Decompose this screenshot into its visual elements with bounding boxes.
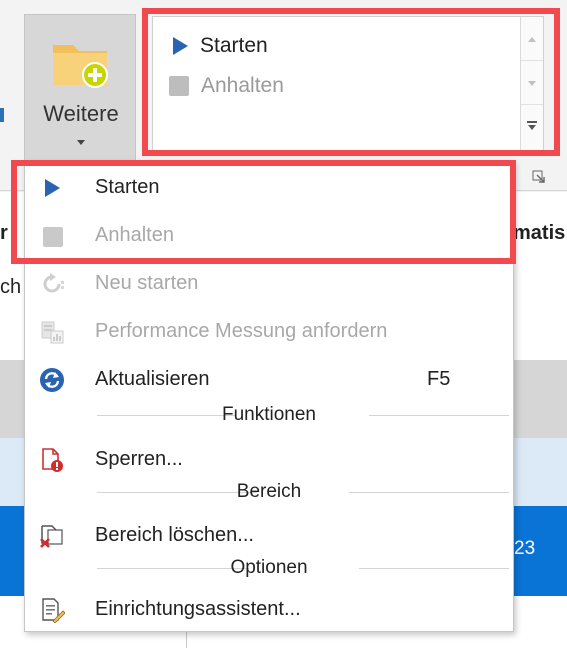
gallery-item-label: Anhalten [201,74,284,97]
menu-item-label: Aktualisieren [95,367,210,390]
filter-row-fragment: ch [0,276,22,298]
gallery-item-label: Starten [200,34,268,57]
column-header-fragment: r [0,222,8,244]
menu-item-restart: Neu starten [25,260,513,306]
delete-area-icon [40,525,63,548]
stop-icon [39,223,65,249]
section-header-funktionen: Funktionen [25,403,513,427]
expand-gallery-icon [527,121,537,131]
more-button-label: Weitere [43,101,119,126]
ribbon-edge-marker [0,108,4,122]
setup-wizard-icon [42,598,65,623]
menu-item-label: Einrichtungsassistent... [95,597,301,620]
menu-item-label: Sperren... [95,447,183,470]
menu-item-start[interactable]: Starten [25,164,513,210]
menu-item-stop: Anhalten [25,212,513,258]
menu-item-delete-area[interactable]: Bereich löschen... [25,512,513,558]
performance-icon [41,321,64,344]
play-icon [173,37,188,55]
gallery-item-start[interactable]: Starten [169,31,268,61]
menu-item-label: Bereich löschen... [95,523,254,546]
menu-item-setup-wizard[interactable]: Einrichtungsassistent... [25,586,513,632]
play-icon [39,175,65,201]
folder-add-icon [53,45,108,88]
menu-item-label: Neu starten [95,271,199,294]
more-dropdown-menu: Starten Anhalten Neu starten Performance… [24,160,514,632]
chevron-down-icon [77,140,85,145]
menu-item-refresh[interactable]: Aktualisieren F5 [25,356,513,402]
menu-item-performance: Performance Messung anfordern [25,308,513,354]
section-header-optionen: Optionen [25,556,513,580]
lock-document-icon [42,448,63,472]
gallery-scroll-up-button[interactable] [521,17,543,61]
gallery-expand-button[interactable] [521,105,543,149]
menu-item-label: Starten [95,175,160,198]
menu-item-lock[interactable]: Sperren... [25,436,513,482]
command-gallery: Starten Anhalten [152,16,544,152]
dialog-launcher-icon[interactable] [532,170,546,184]
more-button[interactable]: Weitere [24,14,136,164]
chevron-up-icon [528,37,536,42]
gallery-scrollbar[interactable] [520,17,543,151]
gallery-scroll-down-button[interactable] [521,61,543,105]
restart-icon [43,273,64,293]
gallery-item-stop: Anhalten [169,71,284,101]
cell-value: 23 [514,538,536,559]
menu-item-label: Anhalten [95,223,174,246]
shortcut-label: F5 [427,367,451,390]
section-title: Funktionen [221,404,316,425]
refresh-icon [40,368,64,392]
section-title: Bereich [236,481,302,502]
stop-icon [169,76,189,96]
column-header-fragment: matis [513,222,566,244]
section-header-bereich: Bereich [25,480,513,504]
chevron-down-icon [528,81,536,86]
menu-item-label: Performance Messung anfordern [95,319,388,342]
section-title: Optionen [230,557,308,578]
